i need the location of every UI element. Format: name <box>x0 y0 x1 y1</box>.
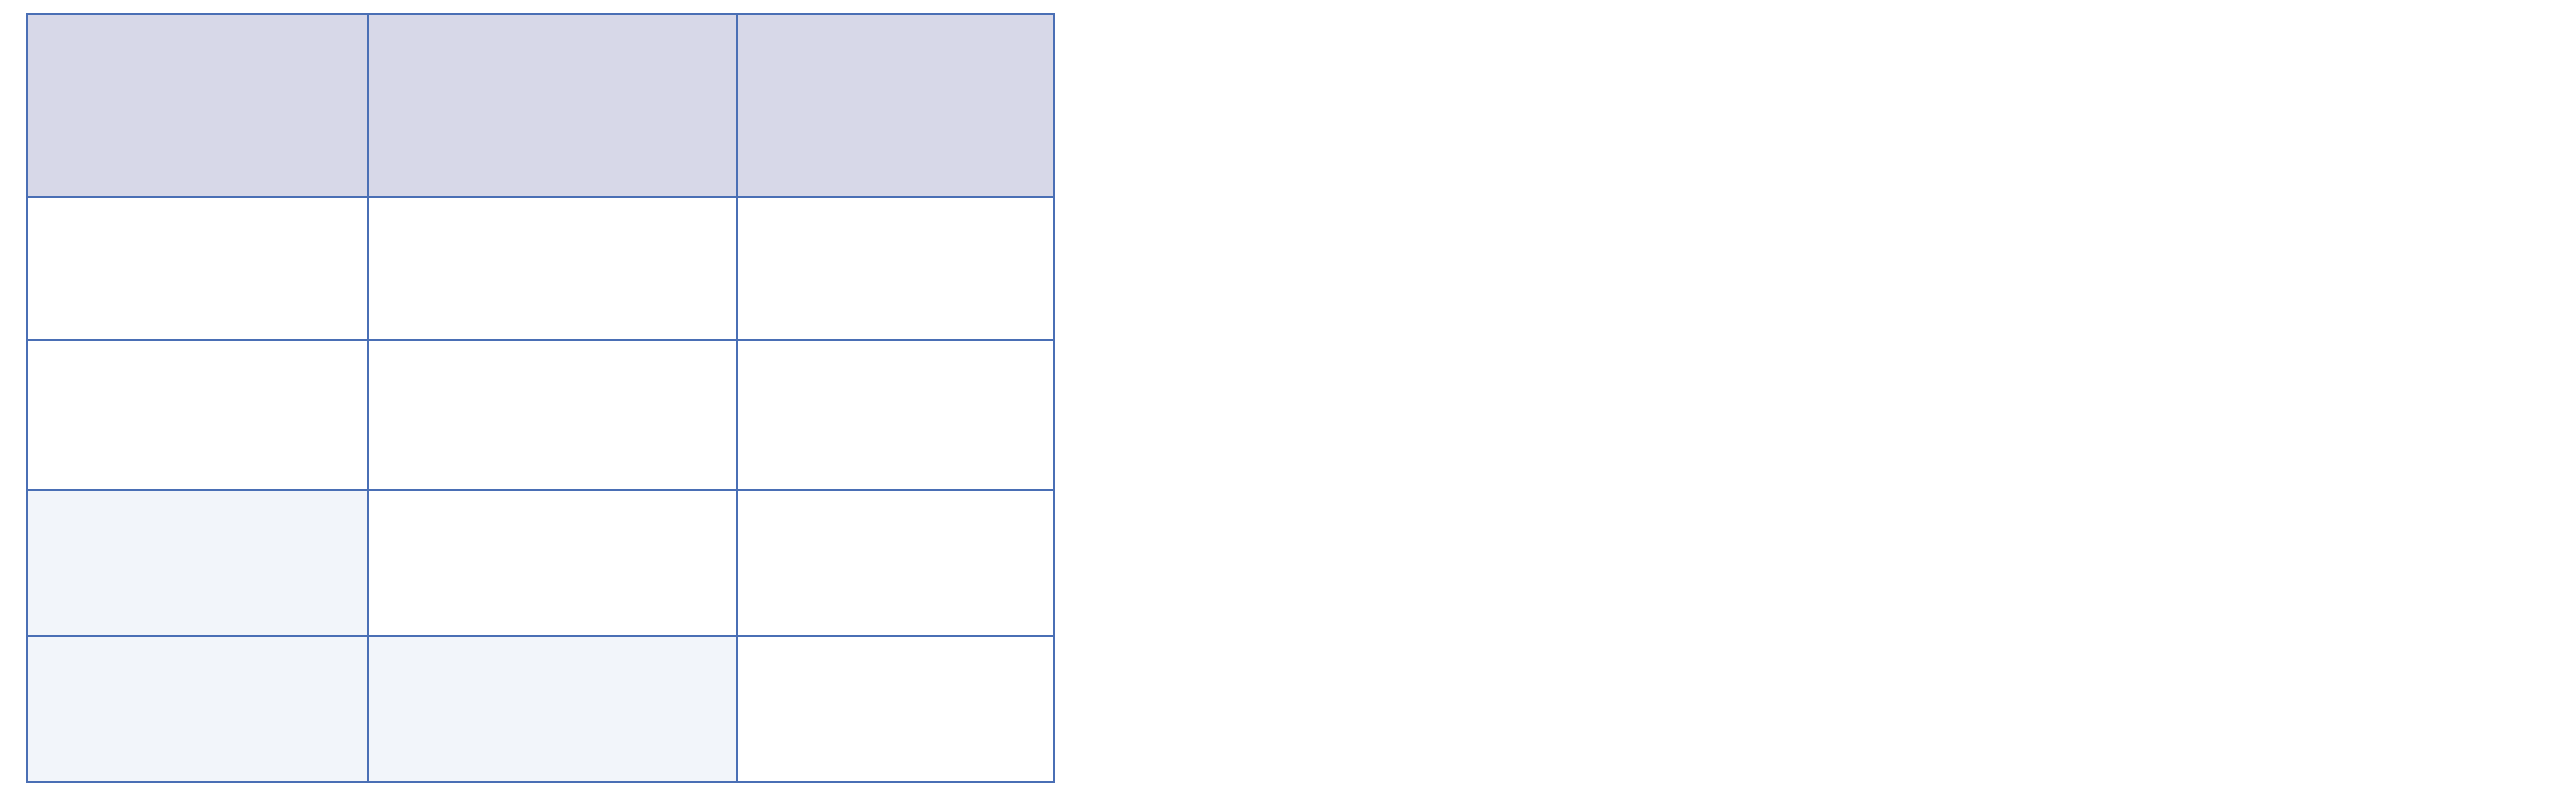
table-cell-r3c3 <box>736 489 1055 637</box>
data-table <box>26 13 1055 783</box>
table-header-row <box>26 13 1055 198</box>
table-row <box>26 489 1055 637</box>
table-cell-r1c2 <box>367 196 738 341</box>
table-cell-r4c1 <box>26 635 369 783</box>
header-cell-2 <box>367 13 738 198</box>
table-cell-r2c3 <box>736 339 1055 491</box>
table-cell-r2c2 <box>367 339 738 491</box>
table-cell-r3c2 <box>367 489 738 637</box>
table-row <box>26 339 1055 491</box>
table-cell-r4c3 <box>736 635 1055 783</box>
header-cell-3 <box>736 13 1055 198</box>
header-cell-1 <box>26 13 369 198</box>
table-cell-r1c1 <box>26 196 369 341</box>
table-row <box>26 196 1055 341</box>
table-row <box>26 635 1055 783</box>
table-cell-r1c3 <box>736 196 1055 341</box>
table-cell-r3c1 <box>26 489 369 637</box>
table-cell-r2c1 <box>26 339 369 491</box>
table-cell-r4c2 <box>367 635 738 783</box>
